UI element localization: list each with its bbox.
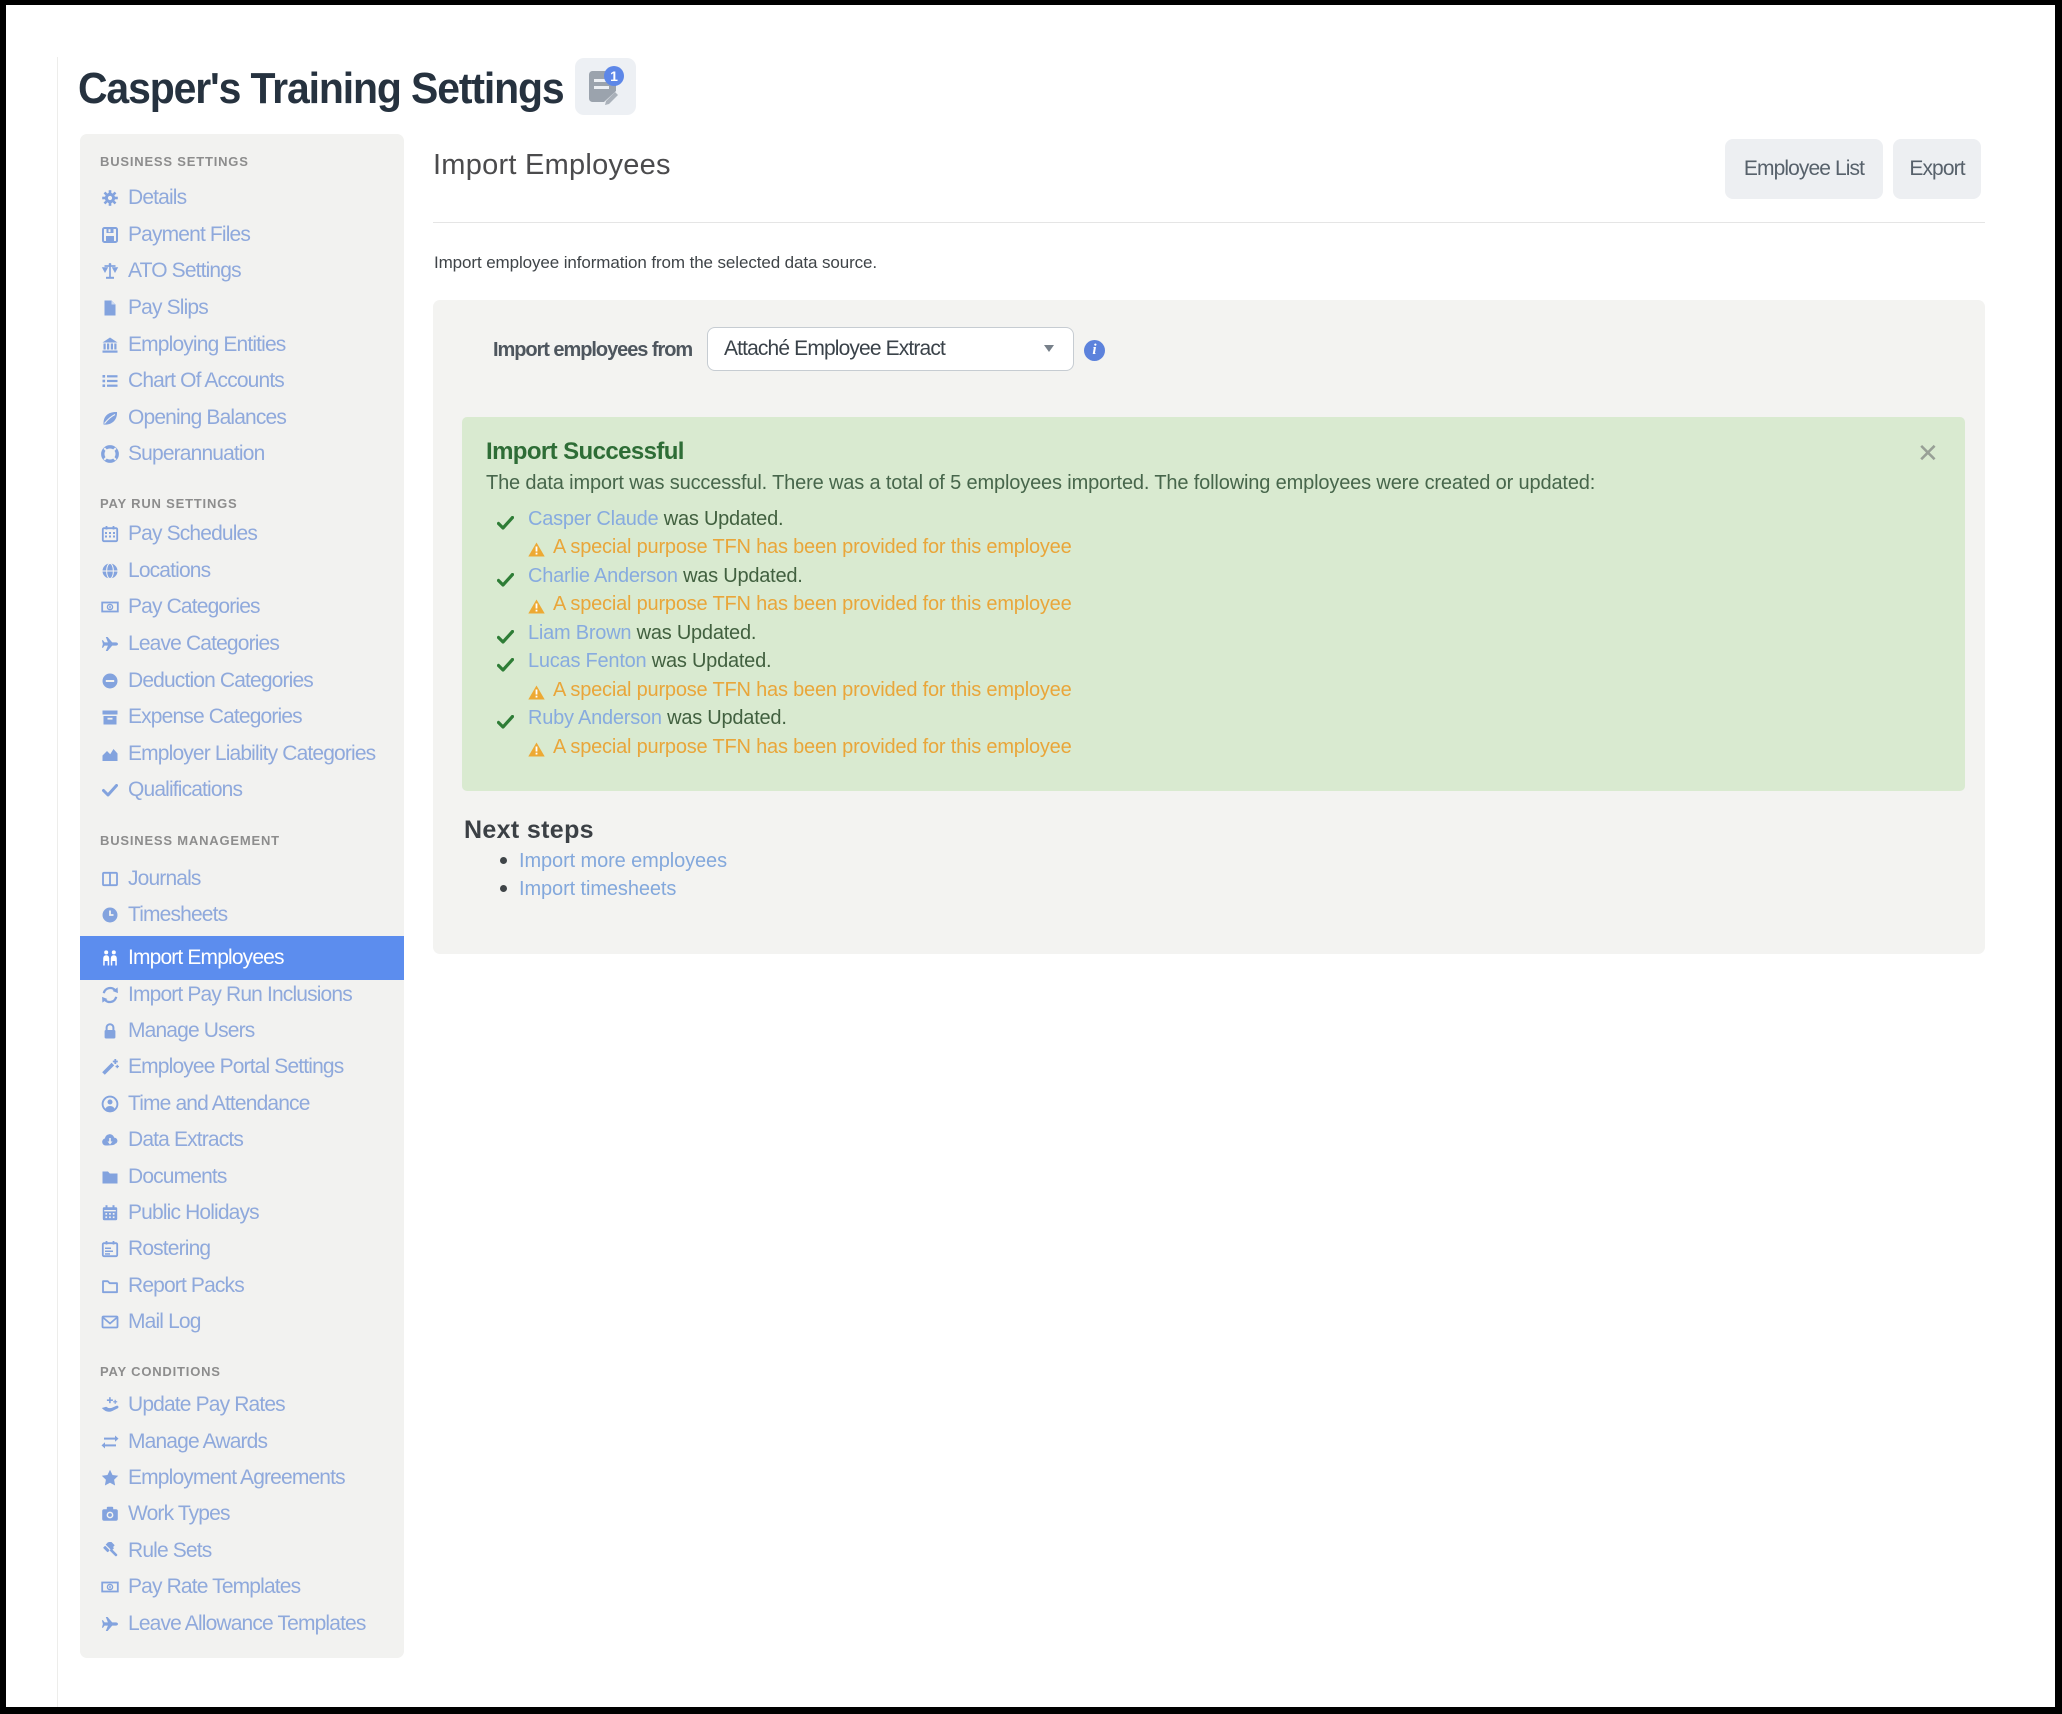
svg-text:1: 1 [610, 68, 618, 84]
